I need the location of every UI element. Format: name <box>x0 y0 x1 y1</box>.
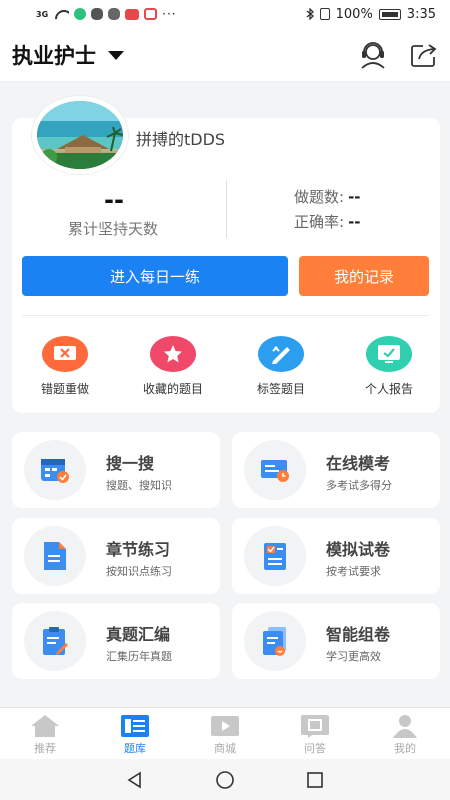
back-icon[interactable] <box>126 771 144 789</box>
bottom-navigation: 推荐 题库 商城 问答 我的 <box>0 707 450 759</box>
feature-subtitle: 多考试多得分 <box>326 479 392 492</box>
divider <box>226 180 227 238</box>
qa-icon <box>301 715 329 738</box>
video-store-icon <box>211 716 239 736</box>
feature-online-exam[interactable]: 在线模考 多考试多得分 <box>232 432 440 508</box>
clipboard-edit-icon <box>24 611 86 671</box>
app-notification-icon <box>144 8 158 20</box>
feature-chapter-practice[interactable]: 章节练习 按知识点练习 <box>12 518 220 594</box>
nav-label: 我的 <box>394 742 416 755</box>
quick-action-report[interactable]: 个人报告 <box>344 336 434 397</box>
feature-title: 章节练习 <box>106 540 171 559</box>
questions-count-label: 做题数: <box>294 188 345 206</box>
vibrate-icon <box>319 8 330 20</box>
share-icon[interactable] <box>410 42 438 68</box>
study-days-label: 累计坚持天数 <box>68 220 159 238</box>
nav-label: 商城 <box>214 742 236 755</box>
status-bar: 3G ··· 100% 3:35 <box>0 0 450 28</box>
feature-title: 智能组卷 <box>326 625 391 644</box>
recents-icon[interactable] <box>306 771 324 789</box>
nav-recommend[interactable]: 推荐 <box>0 708 90 759</box>
feature-title: 模拟试卷 <box>326 540 391 559</box>
feature-title: 在线模考 <box>326 454 391 473</box>
chevron-down-icon[interactable] <box>108 51 124 60</box>
accuracy-value: -- <box>348 213 361 231</box>
feature-subtitle: 按知识点练习 <box>106 565 172 578</box>
questions-count-value: -- <box>348 188 361 206</box>
avatar[interactable] <box>32 96 128 174</box>
report-icon <box>366 336 412 372</box>
battery-percent: 100% <box>335 6 373 22</box>
profile-card: 拼搏的tDDS -- 累计坚持天数 做题数: -- 正确率: -- 进入每日一练 我… <box>12 96 440 413</box>
app-header: 执业护士 <box>0 28 450 82</box>
question-bank-icon <box>121 715 149 737</box>
exam-category-title[interactable]: 执业护士 <box>12 40 96 70</box>
customer-service-icon[interactable] <box>358 41 388 69</box>
quick-action-label: 收藏的题目 <box>142 382 203 396</box>
nav-label: 问答 <box>304 742 326 755</box>
quick-action-tags[interactable]: 标签题目 <box>236 336 326 397</box>
questions-count-row: 做题数: -- <box>294 186 361 207</box>
nav-store[interactable]: 商城 <box>180 708 270 759</box>
quick-action-label: 个人报告 <box>364 382 413 396</box>
nav-label: 题库 <box>124 742 146 755</box>
wrong-redo-icon <box>42 336 88 372</box>
quick-action-label: 错题重做 <box>40 382 89 396</box>
wechat-notification-icon <box>108 8 121 20</box>
divider <box>22 315 429 316</box>
daily-practice-button[interactable]: 进入每日一练 <box>22 256 288 296</box>
accuracy-label: 正确率: <box>294 213 345 231</box>
user-icon <box>393 715 417 738</box>
signal-indicator: 3G <box>36 9 49 19</box>
battery-icon <box>378 8 401 20</box>
accuracy-row: 正确率: -- <box>294 211 361 232</box>
feature-subtitle: 搜题、搜知识 <box>106 479 172 492</box>
online-exam-icon <box>244 440 306 500</box>
nav-label: 推荐 <box>34 742 56 755</box>
more-notifications-icon: ··· <box>162 7 177 21</box>
tag-pencil-icon <box>258 336 304 372</box>
nav-question-bank[interactable]: 题库 <box>90 708 180 759</box>
feature-subtitle: 学习更高效 <box>326 650 381 663</box>
feature-subtitle: 汇集历年真题 <box>106 650 172 663</box>
feature-subtitle: 按考试要求 <box>326 565 381 578</box>
bluetooth-icon <box>306 8 314 20</box>
wifi-icon <box>55 9 69 20</box>
home-button-icon[interactable] <box>215 770 235 790</box>
my-record-button[interactable]: 我的记录 <box>299 256 429 296</box>
app-notification-icon <box>74 8 87 20</box>
mock-paper-icon <box>244 526 306 586</box>
system-navigation-bar <box>0 759 450 800</box>
app-notification-icon <box>125 8 140 20</box>
smart-paper-icon <box>244 611 306 671</box>
quick-action-favorites[interactable]: 收藏的题目 <box>128 336 218 397</box>
username: 拼搏的tDDS <box>136 130 226 149</box>
star-icon <box>150 336 196 372</box>
message-notification-icon <box>91 8 104 20</box>
nav-qa[interactable]: 问答 <box>270 708 360 759</box>
quick-action-label: 标签题目 <box>256 382 305 396</box>
feature-past-exams[interactable]: 真题汇编 汇集历年真题 <box>12 603 220 679</box>
feature-title: 搜一搜 <box>106 454 155 473</box>
quick-action-wrong-redo[interactable]: 错题重做 <box>20 336 110 397</box>
beach-photo <box>37 101 123 169</box>
home-icon <box>31 715 59 737</box>
study-days-value: -- <box>104 186 124 214</box>
feature-search[interactable]: 搜一搜 搜题、搜知识 <box>12 432 220 508</box>
nav-mine[interactable]: 我的 <box>360 708 450 759</box>
clock: 3:35 <box>406 6 436 22</box>
calendar-search-icon <box>24 440 86 500</box>
feature-smart-paper[interactable]: 智能组卷 学习更高效 <box>232 603 440 679</box>
feature-mock-paper[interactable]: 模拟试卷 按考试要求 <box>232 518 440 594</box>
feature-title: 真题汇编 <box>106 625 171 644</box>
chapter-doc-icon <box>24 526 86 586</box>
